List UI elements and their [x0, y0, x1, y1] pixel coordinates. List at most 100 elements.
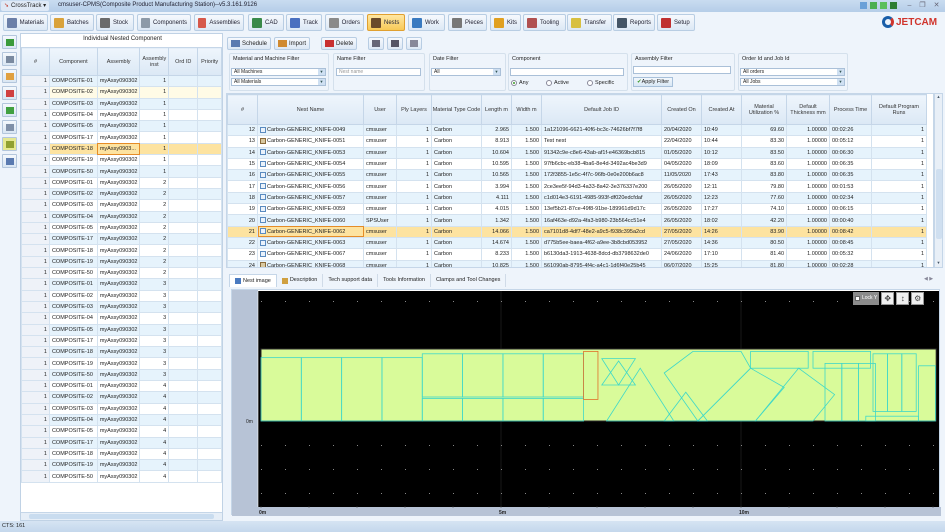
column-header[interactable]: Created On: [661, 94, 702, 125]
column-header[interactable]: Width m: [511, 94, 542, 125]
nest-row[interactable]: 22 Carbon-GENERIC_KNIFE-0063 cmsuser 1 Carbo…: [227, 236, 927, 250]
table-row[interactable]: 1 COMPOSITE-19 myAssy090302 1: [21, 154, 222, 167]
table-row[interactable]: 1 COMPOSITE-18 myAssy090302 4: [21, 447, 222, 461]
table-row[interactable]: 1 COMPOSITE-04 myAssy090302 2: [21, 210, 222, 223]
nest-row[interactable]: 13 Carbon-GENERIC_KNIFE-0051 cmsuser 1 Carbo…: [227, 135, 927, 148]
table-row[interactable]: 1 COMPOSITE-17 myAssy090302 4: [21, 436, 222, 449]
list-view-button[interactable]: [2, 52, 17, 66]
table-row[interactable]: 1 COMPOSITE-01 myAssy090302 4: [21, 380, 222, 393]
column-header[interactable]: Nest Name: [257, 94, 364, 125]
toolbar-reports-button[interactable]: Reports: [613, 14, 655, 31]
tab-clamps-and-tool-changes[interactable]: Clamps and Tool Changes: [431, 274, 507, 287]
scroll-up-icon[interactable]: ▲: [935, 94, 942, 101]
assembly-input[interactable]: [633, 66, 731, 74]
restore-button[interactable]: ❐: [918, 1, 927, 10]
radio-active[interactable]: Active: [546, 80, 569, 86]
toolbar-batches-button[interactable]: Batches: [50, 14, 94, 31]
table-row[interactable]: 1 COMPOSITE-02 myAssy090302 3: [21, 289, 222, 302]
column-header[interactable]: Component: [48, 47, 98, 76]
toolbar-stock-button[interactable]: Stock: [96, 14, 134, 31]
table-row[interactable]: 1 COMPOSITE-50 myAssy090302 4: [21, 470, 222, 483]
nest-row[interactable]: 12 Carbon-GENERIC_KNIFE-0049 cmsuser 1 Carbo…: [227, 123, 927, 137]
jobs-select[interactable]: All Jobs ▼: [740, 78, 845, 86]
column-header[interactable]: Default Job ID: [541, 94, 662, 125]
minimize-button[interactable]: –: [905, 1, 914, 10]
table-row[interactable]: 1 COMPOSITE-04 myAssy090302 3: [21, 312, 222, 325]
tab-scroll-arrows[interactable]: ◀ ▶: [924, 276, 933, 282]
tab-description[interactable]: Description: [277, 274, 324, 287]
nest-layout-button[interactable]: [2, 120, 17, 134]
nest-image-viewer[interactable]: 0m 0m 5m 10m: [231, 289, 941, 516]
table-row[interactable]: 1 COMPOSITE-02 myAssy090302 1: [21, 86, 222, 99]
nest-row[interactable]: 24 Carbon-GENERIC_KNIFE-0068 cmsuser 1 Carbo…: [227, 259, 927, 267]
scroll-thumb[interactable]: [936, 169, 942, 239]
table-row[interactable]: 1 COMPOSITE-03 myAssy090302 2: [21, 199, 222, 212]
table-row[interactable]: 1 COMPOSITE-05 myAssy090302 2: [21, 221, 222, 235]
export-button[interactable]: [387, 37, 403, 50]
tab-tech-support-data[interactable]: Tech support data: [323, 274, 379, 287]
table-row[interactable]: 1 COMPOSITE-01 myAssy090302 3: [21, 278, 222, 291]
table-row[interactable]: 1 COMPOSITE-05 myAssy090302 1: [21, 120, 222, 133]
table-row[interactable]: 1 COMPOSITE-19 myAssy090302 2: [21, 255, 222, 269]
filter-red-button[interactable]: [2, 86, 17, 100]
column-header[interactable]: #: [227, 94, 258, 125]
lock-y-checkbox[interactable]: Lock Y: [853, 292, 880, 305]
nest-row[interactable]: 18 Carbon-GENERIC_KNIFE-0057 cmsuser 1 Carbo…: [227, 191, 927, 205]
toolbar-setup-button[interactable]: Setup: [657, 14, 695, 31]
column-header[interactable]: Material Utilization %: [741, 94, 787, 125]
close-button[interactable]: ✕: [932, 1, 941, 10]
table-row[interactable]: 1 COMPOSITE-18 myAssy0903... 1: [21, 142, 222, 156]
column-header[interactable]: Priority: [197, 47, 222, 76]
table-row[interactable]: 1 COMPOSITE-05 myAssy090302 3: [21, 323, 222, 336]
toolbar-cad-button[interactable]: CAD: [248, 14, 284, 31]
table-row[interactable]: 1 COMPOSITE-17 myAssy090302 1: [21, 131, 222, 144]
nest-row[interactable]: 15 Carbon-GENERIC_KNIFE-0054 cmsuser 1 Carbo…: [227, 157, 927, 171]
column-header[interactable]: Process Time: [829, 94, 872, 125]
nest-row[interactable]: 21 Carbon-GENERIC_KNIFE-0062 cmsuser 1 Carbo…: [227, 225, 927, 238]
scroll-down-icon[interactable]: ▼: [935, 260, 942, 267]
swap-panels-button[interactable]: [2, 35, 17, 49]
column-header[interactable]: Assembly inst: [139, 47, 170, 76]
zoom-vertical-button[interactable]: ↕: [896, 292, 910, 305]
toolbar-pieces-button[interactable]: Pieces: [448, 14, 487, 31]
scroll-thumb[interactable]: [29, 514, 214, 519]
import-button[interactable]: Import: [274, 37, 311, 50]
date-select[interactable]: All ▼: [431, 68, 501, 76]
toolbar-kits-button[interactable]: Kits: [490, 14, 521, 31]
nest-row[interactable]: 19 Carbon-GENERIC_KNIFE-0059 cmsuser 1 Carbo…: [227, 203, 927, 216]
table-row[interactable]: 1 COMPOSITE-17 myAssy090302 3: [21, 334, 222, 348]
table-row[interactable]: 1 COMPOSITE-02 myAssy090302 2: [21, 187, 222, 201]
toolbar-materials-button[interactable]: Materials: [3, 14, 48, 31]
nest-name-input[interactable]: Nest name: [336, 68, 421, 76]
column-header[interactable]: User: [363, 94, 397, 125]
table-row[interactable]: 1 COMPOSITE-50 myAssy090302 2: [21, 267, 222, 280]
schedule-button[interactable]: Schedule: [227, 37, 272, 50]
nest-image-canvas[interactable]: 0m 0m 5m 10m: [232, 290, 941, 516]
filter-green-button[interactable]: [2, 103, 17, 117]
table-row[interactable]: 1 COMPOSITE-18 myAssy090302 3: [21, 346, 222, 359]
table-row[interactable]: 1 COMPOSITE-01 myAssy090302 1: [21, 74, 222, 88]
vertical-scrollbar[interactable]: ▲ ▼: [934, 93, 943, 268]
table-row[interactable]: 1 COMPOSITE-01 myAssy090302 2: [21, 176, 222, 189]
toolbar-tooling-button[interactable]: Tooling: [523, 14, 566, 31]
settings-button[interactable]: ⚙: [911, 292, 925, 305]
nest-row[interactable]: 16 Carbon-GENERIC_KNIFE-0055 cmsuser 1 Carbo…: [227, 169, 927, 182]
column-header[interactable]: Length m: [481, 94, 512, 125]
toolbar-work-button[interactable]: Work: [408, 14, 445, 31]
nest-row[interactable]: 14 Carbon-GENERIC_KNIFE-0053 cmsuser 1 Carbo…: [227, 146, 927, 159]
pan-button[interactable]: ✥: [881, 292, 895, 305]
table-row[interactable]: 1 COMPOSITE-03 myAssy090302 1: [21, 97, 222, 110]
column-header[interactable]: Ply Layers: [396, 94, 432, 125]
column-header[interactable]: Created At: [701, 94, 742, 125]
nest-highlight-button[interactable]: [2, 137, 17, 151]
column-header[interactable]: Assembly: [96, 47, 141, 76]
column-header[interactable]: Default Program Runs: [871, 94, 927, 125]
table-row[interactable]: 1 COMPOSITE-05 myAssy090302 4: [21, 425, 222, 438]
nest-row[interactable]: 20 Carbon-GENERIC_KNIFE-0060 SPSUser 1 Carbo…: [227, 214, 927, 227]
orders-select[interactable]: All orders ▼: [740, 68, 845, 76]
toolbar-track-button[interactable]: Track: [286, 14, 322, 31]
table-row[interactable]: 1 COMPOSITE-02 myAssy090302 4: [21, 391, 222, 404]
nest-row[interactable]: 17 Carbon-GENERIC_KNIFE-0056 cmsuser 1 Carbo…: [227, 180, 927, 193]
toolbar-nests-button[interactable]: Nests: [367, 14, 405, 31]
tab-tools-information[interactable]: Tools Information: [378, 274, 431, 287]
